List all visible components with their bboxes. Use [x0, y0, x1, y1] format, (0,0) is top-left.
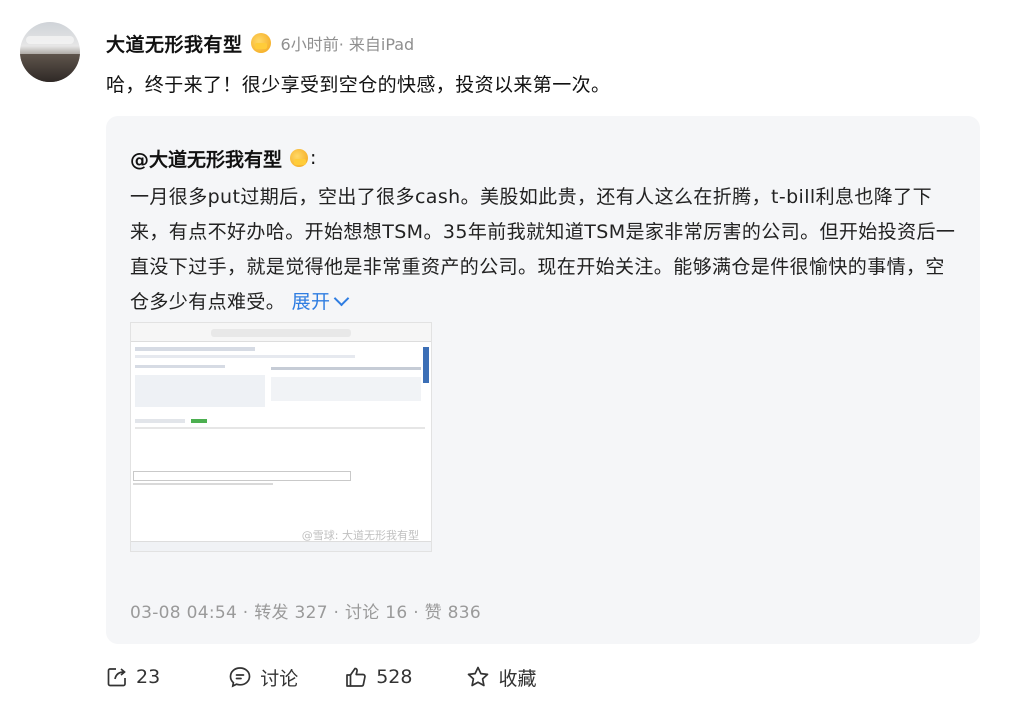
quoted-text: 一月很多put过期后，空出了很多cash。美股如此贵，还有人这么在折腾，t-bi…	[130, 186, 956, 313]
avatar-ground	[20, 54, 80, 82]
post-meta: 6小时前· 来自iPad	[280, 35, 415, 54]
username[interactable]: 大道无形我有型	[106, 30, 243, 57]
favorite-button[interactable]: 收藏	[466, 664, 536, 691]
thumb-form	[135, 375, 265, 407]
thumb-line	[271, 367, 421, 370]
thumb-divider	[135, 427, 425, 429]
quoted-stats: 03-08 04:54 · 转发 327 · 讨论 16 · 赞 836	[130, 603, 481, 623]
repost-count: 23	[136, 666, 161, 688]
repost-icon	[107, 668, 126, 687]
thumb-line	[135, 347, 255, 351]
verified-badge-icon	[290, 149, 309, 167]
thumb-notice	[133, 471, 351, 481]
thumb-green-button	[191, 419, 207, 423]
favorite-label: 收藏	[498, 667, 537, 690]
expand-link[interactable]: 展开	[291, 290, 350, 313]
quoted-username[interactable]: @大道无形我有型	[130, 145, 282, 172]
post-header: 大道无形我有型 6小时前· 来自iPad	[106, 28, 414, 58]
quoted-colon: :	[310, 147, 317, 169]
thumb-buttons	[135, 419, 185, 423]
like-button[interactable]: 528	[344, 666, 412, 688]
star-icon	[468, 666, 489, 687]
expand-label: 展开	[291, 291, 331, 313]
quoted-header: @大道无形我有型 :	[130, 144, 316, 172]
like-count: 528	[376, 666, 413, 688]
repost-button[interactable]: 23	[106, 666, 160, 688]
thumb-browser-bar	[131, 323, 431, 342]
like-icon	[346, 667, 367, 687]
thumb-watermark: @雪球: 大道无形我有型	[301, 529, 419, 542]
thumb-side-tab	[423, 347, 429, 383]
thumb-line	[135, 365, 225, 368]
comment-icon	[229, 667, 251, 688]
avatar[interactable]	[20, 22, 80, 82]
thumb-quote-box	[271, 377, 421, 401]
post-text: 哈，终于来了！很少享受到空仓的快感，投资以来第一次。	[106, 74, 611, 96]
quoted-post[interactable]: @大道无形我有型 : 一月很多put过期后，空出了很多cash。美股如此贵，还有…	[106, 116, 980, 644]
comment-label: 讨论	[260, 667, 299, 690]
chevron-down-icon	[334, 290, 350, 307]
avatar-sky	[26, 36, 74, 44]
thumb-line	[133, 483, 273, 485]
action-bar: 23 讨论 528 收藏	[106, 662, 582, 692]
comment-button[interactable]: 讨论	[228, 664, 298, 691]
quoted-body: 一月很多put过期后，空出了很多cash。美股如此贵，还有人这么在折腾，t-bi…	[130, 180, 960, 320]
thumb-line	[135, 355, 355, 358]
verified-badge-icon	[250, 33, 271, 53]
thumb-url-bar	[211, 329, 351, 337]
attached-screenshot[interactable]: @雪球: 大道无形我有型	[130, 322, 432, 552]
